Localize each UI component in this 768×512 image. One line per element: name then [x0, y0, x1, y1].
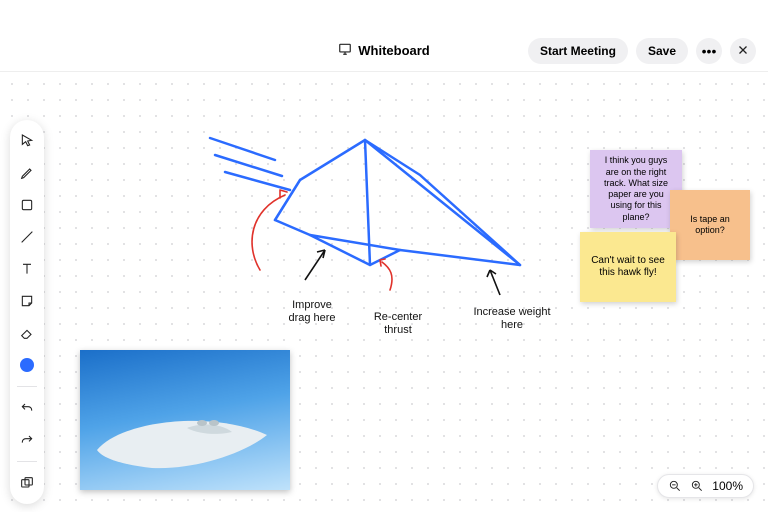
toolbar-separator [17, 386, 37, 387]
annotation-improve-drag[interactable]: Improve drag here [282, 299, 342, 325]
close-button[interactable] [730, 38, 756, 64]
title-group: Whiteboard [338, 42, 430, 59]
whiteboard-icon [338, 42, 352, 59]
zoom-level: 100% [712, 479, 743, 493]
close-icon [737, 43, 749, 59]
header-actions: Start Meeting Save ••• [528, 38, 756, 64]
sticky-note[interactable]: Is tape an option? [670, 190, 750, 260]
redo-button[interactable] [14, 427, 40, 453]
save-button[interactable]: Save [636, 38, 688, 64]
line-tool[interactable] [14, 224, 40, 250]
more-button[interactable]: ••• [696, 38, 722, 64]
zoom-in-button[interactable] [690, 479, 704, 493]
select-tool[interactable] [14, 128, 40, 154]
pen-tool[interactable] [14, 160, 40, 186]
annotation-recenter-thrust[interactable]: Re-center thrust [363, 311, 433, 337]
tool-palette [10, 120, 44, 504]
zoom-control: 100% [657, 474, 754, 498]
frames-tool[interactable] [14, 470, 40, 496]
sticky-note-tool[interactable] [14, 288, 40, 314]
color-picker-tool[interactable] [14, 352, 40, 378]
shape-tool[interactable] [14, 192, 40, 218]
sticky-note[interactable]: I think you guys are on the right track.… [590, 150, 682, 228]
toolbar-separator [17, 461, 37, 462]
aircraft-illustration [92, 410, 272, 480]
start-meeting-button[interactable]: Start Meeting [528, 38, 628, 64]
app-header: Whiteboard Start Meeting Save ••• [0, 30, 768, 72]
undo-button[interactable] [14, 395, 40, 421]
zoom-out-button[interactable] [668, 479, 682, 493]
text-tool[interactable] [14, 256, 40, 282]
eraser-tool[interactable] [14, 320, 40, 346]
page-title: Whiteboard [358, 43, 430, 58]
color-swatch-icon [20, 358, 34, 372]
annotation-increase-weight[interactable]: Increase weight here [472, 306, 552, 332]
sticky-note[interactable]: Can't wait to see this hawk fly! [580, 232, 676, 302]
ellipsis-icon: ••• [702, 43, 717, 59]
embedded-image[interactable] [80, 350, 290, 490]
